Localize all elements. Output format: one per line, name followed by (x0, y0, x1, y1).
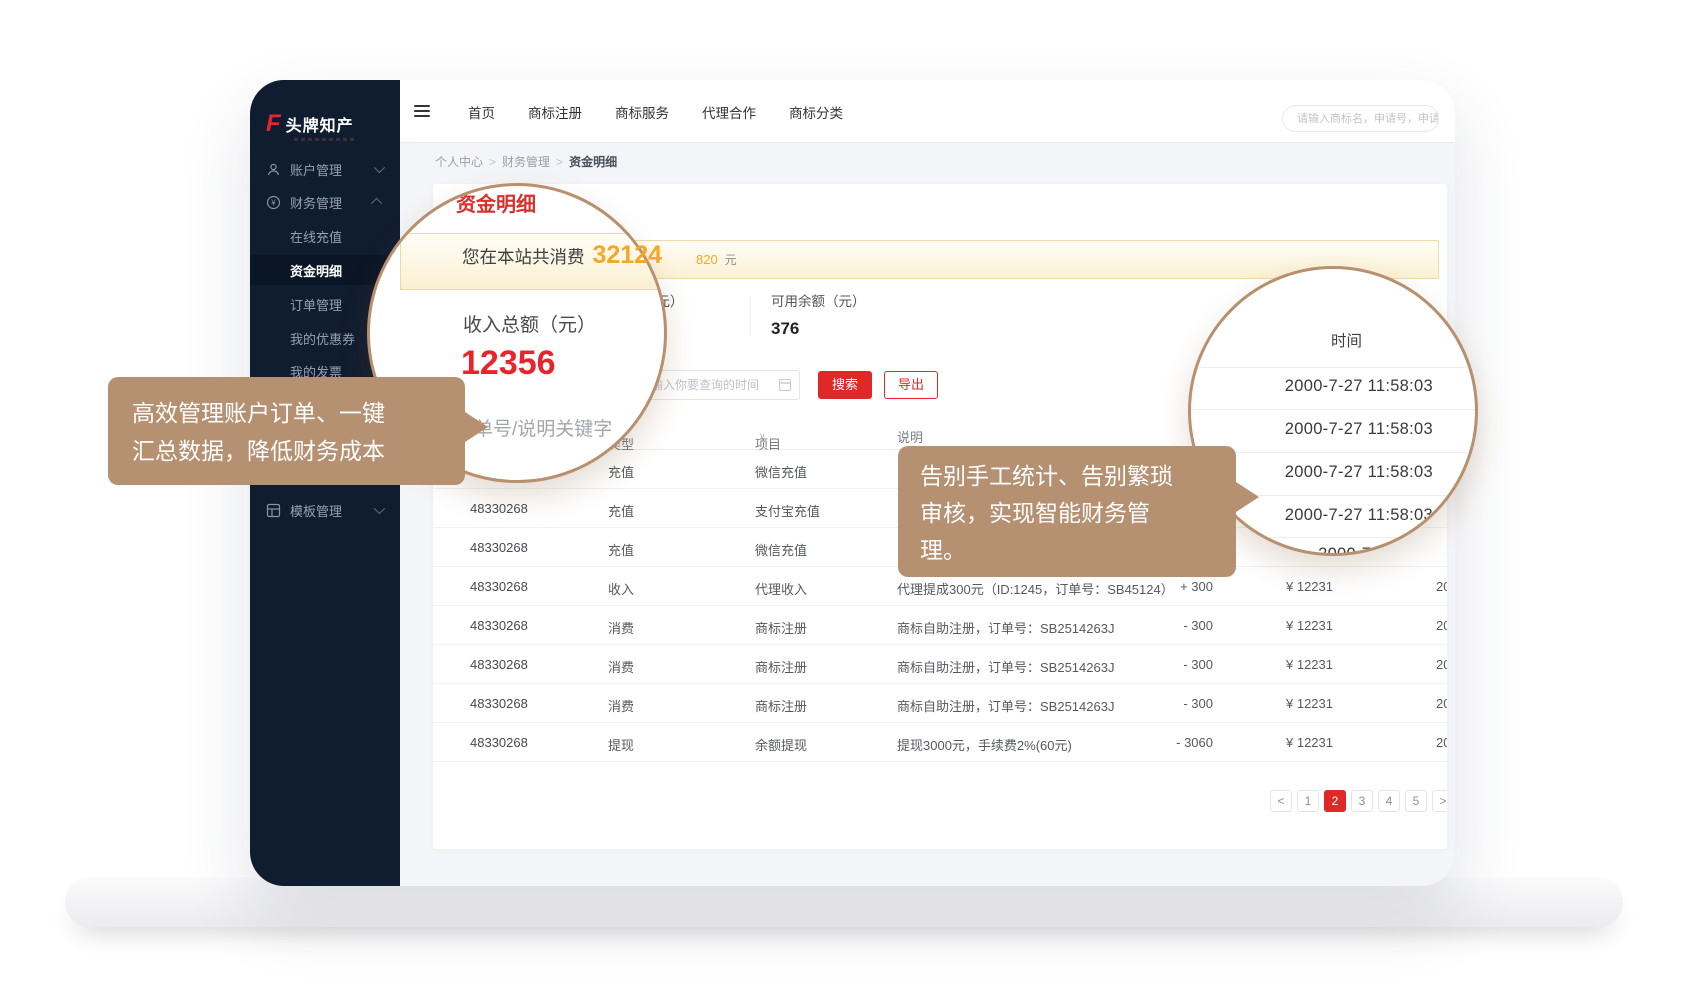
lens-time-row: 2000-7-27 11:58:03 (1231, 420, 1433, 439)
menu-icon[interactable] (414, 105, 430, 117)
tooltip-arrow (1233, 480, 1259, 514)
calendar-icon[interactable] (779, 379, 791, 391)
search-button[interactable]: 搜索 (818, 371, 872, 399)
table-row: 48330268消费商标注册商标自助注册，订单号：SB2514263J- 300… (433, 606, 1447, 645)
nav-item-register[interactable]: 商标注册 (528, 102, 582, 122)
brand-caption (294, 138, 356, 141)
breadcrumb-item[interactable]: 财务管理 (502, 155, 550, 169)
stat-label: 可用余额（元） (771, 290, 866, 310)
chevron-down-icon (374, 503, 385, 514)
stat-value: 376 (771, 319, 866, 339)
sidebar-item-template[interactable]: 模板管理 (250, 495, 400, 525)
banner-amount: 32124 (593, 241, 663, 270)
template-icon (266, 503, 281, 518)
table-row: 48330268消费商标注册商标自助注册，订单号：SB2514263J- 300… (433, 645, 1447, 684)
nav-list: 首页 商标注册 商标服务 代理合作 商标分类 (468, 80, 843, 143)
sidebar-item-recharge[interactable]: 在线充值 (250, 221, 400, 251)
table-row: 48330268提现余额提现提现3000元，手续费2%(60元)- 3060¥ … (433, 723, 1447, 762)
banner-tail-text: 820 元 (696, 241, 737, 278)
finance-icon: ¥ (266, 195, 281, 210)
table-row: 48330268消费商标注册商标自助注册，订单号：SB2514263J- 300… (433, 684, 1447, 723)
tooltip-arrow (462, 410, 488, 444)
svg-text:¥: ¥ (270, 198, 276, 207)
tooltip-finance-benefit: 高效管理账户订单、一键 汇总数据，降低财务成本 (108, 377, 465, 485)
lens-time-row: 2000-7-27 11:58:03 (1231, 463, 1433, 482)
pagination-page-2[interactable]: 2 (1324, 790, 1346, 812)
pagination-page-4[interactable]: 4 (1378, 790, 1400, 812)
pagination-page-1[interactable]: 1 (1297, 790, 1319, 812)
brand-logo-icon: F (266, 110, 281, 138)
breadcrumb-item: 资金明细 (569, 155, 617, 169)
lens-time-header: 时间 (1331, 329, 1362, 351)
tooltip-smart-finance: 告别手工统计、告别繁琐 审核，实现智能财务管 理。 (898, 446, 1236, 577)
lens-time-row: 2000-7-27 11:58:03 (1231, 377, 1433, 396)
col-header-project[interactable]: 项目∨ (755, 427, 766, 442)
trademark-search-input[interactable] (1282, 105, 1439, 132)
top-navbar: 首页 商标注册 商标服务 代理合作 商标分类 (400, 80, 1455, 143)
sidebar-item-finance[interactable]: ¥ 财务管理 (250, 187, 400, 217)
export-button[interactable]: 导出 (884, 371, 938, 399)
sidebar-item-account[interactable]: 账户管理 (250, 154, 400, 184)
brand-name: 头牌知产 (286, 112, 354, 136)
lens-stat-label: 收入总额（元） (463, 310, 596, 337)
time-query-field (640, 370, 800, 400)
banner-tail-value: 820 (696, 252, 718, 267)
lens-banner-text: 您在本站共消费 32124 (462, 241, 662, 270)
banner-prefix: 您在本站共消费 (462, 244, 585, 269)
page: F 头牌知产 账户管理 ¥ 财务管理 在线充值 (0, 0, 1696, 1002)
sidebar-item-label: 模板管理 (290, 501, 374, 520)
stat-divider (750, 296, 751, 336)
banner-tail-unit: 元 (725, 253, 737, 267)
lens-stat-value: 12356 (461, 344, 556, 383)
pagination-page-3[interactable]: 3 (1351, 790, 1373, 812)
sidebar-item-label: 在线充值 (290, 227, 400, 246)
nav-item-services[interactable]: 商标服务 (615, 102, 669, 122)
tooltip-text: 理。 (920, 532, 1236, 569)
breadcrumb: 个人中心>财务管理>资金明细 (435, 153, 617, 170)
nav-item-agency[interactable]: 代理合作 (702, 102, 756, 122)
breadcrumb-item[interactable]: 个人中心 (435, 155, 483, 169)
sidebar-item-label: 财务管理 (290, 193, 374, 212)
brand-logo[interactable]: F 头牌知产 (266, 110, 354, 138)
user-icon (266, 162, 281, 177)
nav-item-home[interactable]: 首页 (468, 102, 495, 122)
pagination-page-5[interactable]: 5 (1405, 790, 1427, 812)
tooltip-text: 高效管理账户订单、一键 (132, 394, 465, 432)
pagination-next[interactable]: > (1432, 790, 1447, 812)
lens-time-row: 2000-7-27 11:58:03 (1231, 506, 1433, 525)
tooltip-text: 告别手工统计、告别繁琐 (920, 458, 1236, 495)
nav-item-classes[interactable]: 商标分类 (789, 102, 843, 122)
tooltip-text: 汇总数据，降低财务成本 (132, 432, 465, 470)
lens-tab-title: 资金明细 (456, 188, 536, 217)
sidebar-item-label: 账户管理 (290, 160, 374, 179)
tooltip-text: 审核，实现智能财务管 (920, 495, 1236, 532)
chevron-down-icon (374, 162, 385, 173)
col-header-desc: 说明 (897, 427, 923, 446)
stat-balance: 可用余额（元） 376 (771, 290, 866, 339)
pagination-prev[interactable]: < (1270, 790, 1292, 812)
